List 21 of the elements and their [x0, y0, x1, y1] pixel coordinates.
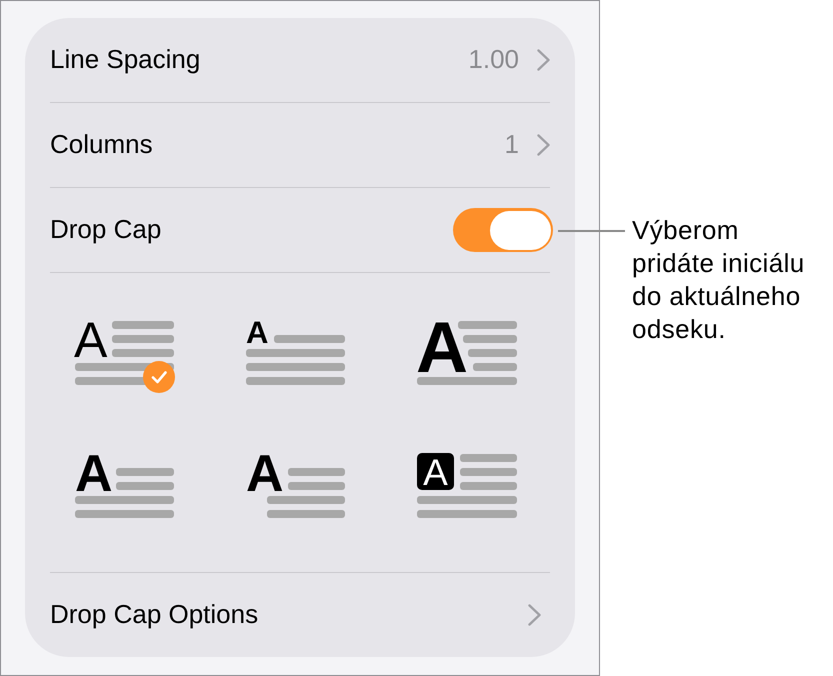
text-lines-icon [417, 454, 517, 518]
text-lines-icon [417, 321, 517, 385]
drop-cap-style-button[interactable]: A [75, 320, 175, 393]
drop-cap-style-button[interactable]: A [75, 453, 175, 526]
setting-value: 1 [504, 129, 519, 161]
drop-cap-style-button[interactable]: A [246, 453, 346, 526]
setting-label: Columns [50, 129, 153, 161]
chevron-right-icon[interactable] [537, 134, 550, 156]
setting-label: Drop Cap Options [50, 599, 258, 631]
letter-background [417, 453, 454, 490]
checkmark-icon [143, 361, 175, 393]
setting-value: 1.00 [468, 44, 519, 76]
setting-label: Line Spacing [50, 44, 200, 76]
toggle-switch[interactable] [453, 208, 553, 252]
chevron-right-icon[interactable] [528, 604, 541, 626]
drop-cap-style-button[interactable]: A [246, 320, 346, 393]
drop-cap-style-button[interactable]: A [417, 320, 517, 393]
callout-text: Výberom pridáte iniciálu do aktuálneho odseku. [632, 214, 806, 346]
chevron-right-icon[interactable] [537, 49, 550, 71]
drop-cap-style-button[interactable]: A [417, 453, 517, 526]
setting-label: Drop Cap [50, 214, 162, 246]
